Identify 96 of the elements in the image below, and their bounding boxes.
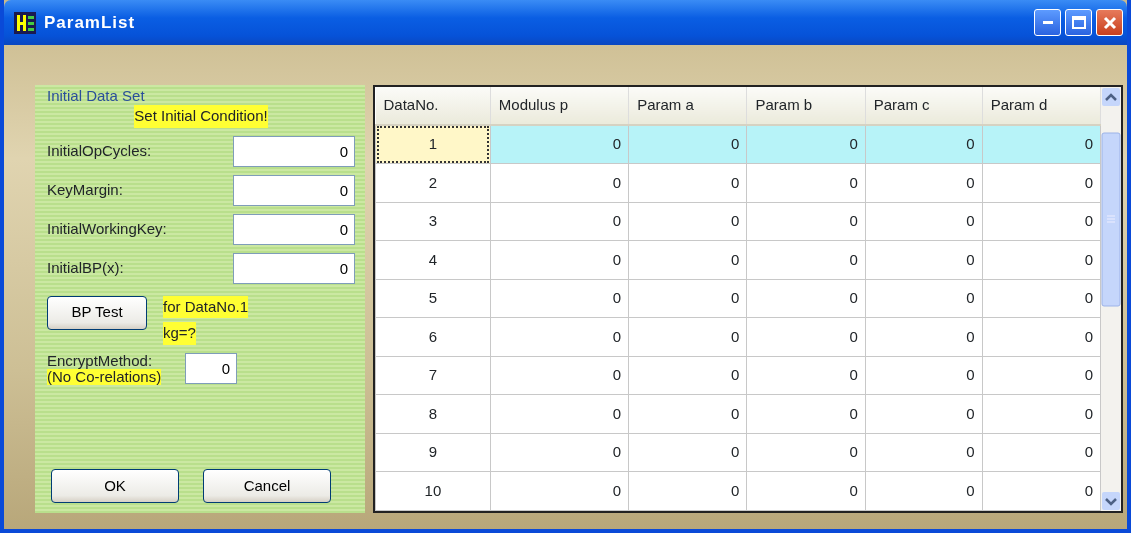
method-note: (No Co-relations)	[47, 368, 162, 385]
maximize-button[interactable]	[1065, 9, 1092, 36]
row-number-cell: 9	[375, 433, 491, 472]
field-label: EncryptMethod:	[47, 352, 153, 369]
table-cell: 0	[982, 317, 1101, 356]
table-cell: 0	[746, 125, 866, 164]
table-cell: 0	[628, 394, 747, 433]
column-header[interactable]: Modulus p	[490, 87, 629, 125]
table-cell: 0	[628, 279, 747, 318]
input-field[interactable]: 0	[233, 174, 355, 206]
table-cell: 0	[982, 394, 1101, 433]
table-cell: 0	[490, 279, 629, 318]
table-cell: 0	[490, 240, 629, 279]
column-header[interactable]: Param a	[628, 87, 747, 125]
table-cell: 0	[490, 433, 629, 472]
table-cell: 0	[746, 471, 866, 510]
dialog-button[interactable]: OK	[51, 469, 179, 503]
table-cell: 0	[628, 240, 747, 279]
scrollbar[interactable]	[1101, 87, 1121, 511]
field-label: InitialOpCycles:	[47, 140, 152, 161]
minimize-icon	[1042, 20, 1053, 25]
row-number-cell: 8	[375, 394, 491, 433]
table-cell: 0	[982, 356, 1101, 395]
table-cell: 0	[865, 279, 983, 318]
table-cell: 0	[865, 433, 983, 472]
table-cell: 0	[865, 240, 983, 279]
row-number-cell: 4	[375, 240, 491, 279]
row-number-cell: 5	[375, 279, 491, 318]
table-cell: 0	[746, 356, 866, 395]
table-cell: 0	[982, 125, 1101, 164]
table-cell: 0	[628, 125, 747, 164]
bp-test-button[interactable]: BP Test	[47, 295, 147, 330]
table-cell: 0	[628, 433, 747, 472]
table-cell: 0	[982, 163, 1101, 202]
scroll-up-icon[interactable]	[1101, 87, 1121, 107]
table-cell: 0	[746, 202, 866, 241]
column-header[interactable]: Param c	[865, 87, 983, 125]
table-cell: 0	[865, 163, 983, 202]
table-cell: 0	[865, 202, 983, 241]
table-cell: 0	[628, 163, 747, 202]
table-cell: 0	[746, 163, 866, 202]
row-number-cell: 6	[375, 317, 491, 356]
table-cell: 0	[490, 125, 629, 164]
table-cell: 0	[490, 202, 629, 241]
input-field[interactable]: 0	[233, 252, 355, 284]
field-label: InitialBP(x):	[47, 257, 124, 278]
column-header[interactable]: Param d	[982, 87, 1101, 125]
table-cell: 0	[865, 356, 983, 395]
table-cell: 0	[490, 317, 629, 356]
column-header[interactable]: Param b	[746, 87, 866, 125]
row-number-cell: 2	[375, 163, 491, 202]
field-label: KeyMargin:	[47, 179, 123, 200]
row-number-cell: 3	[375, 202, 491, 241]
table-cell: 0	[628, 471, 747, 510]
minimize-button[interactable]	[1034, 9, 1061, 36]
maximize-icon	[1071, 16, 1086, 29]
input-field[interactable]: 0	[233, 135, 355, 167]
notice-label: Set Initial Condition!	[134, 105, 268, 128]
table-cell: 0	[982, 433, 1101, 472]
table-cell: 0	[490, 356, 629, 395]
group-title: Initial Data Set	[47, 87, 145, 105]
input-field[interactable]: 0	[233, 213, 355, 245]
table-cell: 0	[982, 471, 1101, 510]
table-cell: 0	[490, 471, 629, 510]
column-header[interactable]: DataNo.	[375, 87, 491, 125]
table-cell: 0	[865, 125, 983, 164]
table-cell: 0	[746, 279, 866, 318]
table-cell: 0	[982, 279, 1101, 318]
table-cell: 0	[746, 433, 866, 472]
close-button[interactable]	[1096, 9, 1123, 36]
table-cell: 0	[628, 356, 747, 395]
table-cell: 0	[628, 202, 747, 241]
app-icon	[14, 11, 36, 34]
table-cell: 0	[865, 471, 983, 510]
scroll-down-icon[interactable]	[1101, 491, 1121, 511]
window-title: ParamList	[44, 11, 136, 34]
test-note: kg=?	[163, 322, 196, 345]
table-cell: 0	[865, 317, 983, 356]
table-cell: 0	[628, 317, 747, 356]
table-cell: 0	[982, 202, 1101, 241]
row-number-cell: 7	[375, 356, 491, 395]
table-cell: 0	[982, 240, 1101, 279]
row-number-cell: 10	[375, 471, 491, 510]
table-cell: 0	[865, 394, 983, 433]
table-cell: 0	[746, 240, 866, 279]
table-cell: 0	[490, 394, 629, 433]
table-cell: 0	[746, 317, 866, 356]
dialog-button[interactable]: Cancel	[203, 469, 331, 503]
scroll-thumb[interactable]	[1101, 131, 1121, 307]
table-cell: 0	[490, 163, 629, 202]
table-cell: 0	[746, 394, 866, 433]
test-note: for DataNo.1	[163, 295, 249, 318]
input-field[interactable]: 0	[185, 353, 238, 384]
row-number-cell: 1	[375, 125, 491, 164]
close-icon	[1102, 15, 1117, 30]
field-label: InitialWorkingKey:	[47, 218, 167, 239]
